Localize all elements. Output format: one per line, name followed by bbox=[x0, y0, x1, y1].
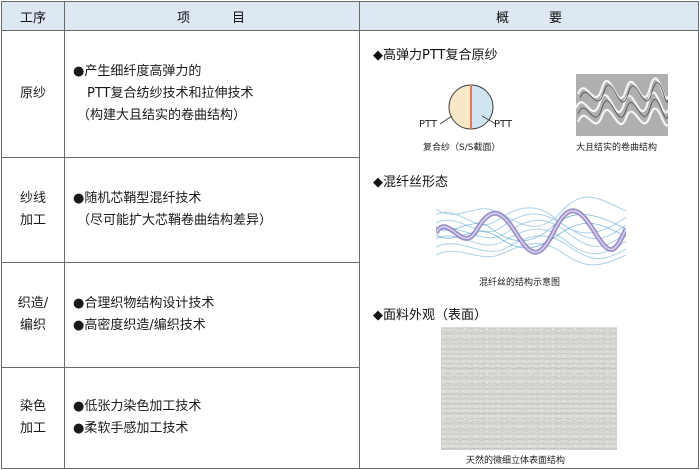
caption-blend: 混纤丝的结构示意图 bbox=[479, 278, 561, 288]
blended-filament-diagram bbox=[436, 195, 626, 267]
item-line: ●随机芯鞘型混纤技术 bbox=[73, 191, 202, 206]
process-label: 加工 bbox=[19, 421, 46, 436]
header-overview-left: 概 bbox=[495, 10, 509, 26]
process-cell-weaving: 织造/ 编织 bbox=[1, 262, 65, 368]
item-line: （构建大且结实的卷曲结构） bbox=[77, 108, 247, 123]
item-line: ●柔软手感加工技术 bbox=[73, 421, 189, 436]
header-overview: 概 要 bbox=[359, 1, 699, 31]
item-line: ●产生细纤度高弹力的 bbox=[73, 64, 202, 79]
caption-composite-yarn: 复合纱（S/S截面） bbox=[423, 143, 501, 153]
item-cell-dyeing: ●低张力染色加工技术 ●柔软手感加工技术 bbox=[64, 367, 360, 469]
section-title-yarn: ◆高弹力PTT复合原纱 bbox=[373, 48, 498, 63]
header-overview-right: 要 bbox=[549, 10, 563, 26]
process-cell-dyeing: 染色 加工 bbox=[1, 367, 65, 469]
section-title-fabric: ◆面料外观（表面） bbox=[373, 308, 487, 323]
pie-label-right: PTT bbox=[494, 119, 513, 130]
process-label: 加工 bbox=[19, 213, 46, 228]
section-title-blend: ◆混纤丝形态 bbox=[373, 175, 448, 190]
header-item-right: 目 bbox=[232, 10, 248, 26]
process-label: 织造/ bbox=[17, 296, 49, 311]
fabric-surface-image bbox=[441, 327, 617, 450]
process-label: 原纱 bbox=[19, 86, 46, 101]
header-process-label: 工序 bbox=[19, 10, 46, 26]
item-line: ●高密度织造/编织技术 bbox=[73, 318, 206, 333]
caption-fabric: 天然的微细立体表面结构 bbox=[466, 456, 566, 466]
pie-label-left: PTT bbox=[419, 119, 438, 130]
process-label: 染色 bbox=[19, 399, 46, 414]
item-line: PTT复合纺纱技术和拉伸技术 bbox=[87, 86, 254, 101]
header-process: 工序 bbox=[1, 1, 65, 31]
process-cell-yarn: 原纱 bbox=[1, 30, 65, 158]
process-cell-processing: 纱线 加工 bbox=[1, 157, 65, 263]
item-cell-yarn: ●产生细纤度高弹力的 PTT复合纺纱技术和拉伸技术 （构建大且结实的卷曲结构） bbox=[64, 30, 360, 158]
process-label: 纱线 bbox=[19, 191, 46, 206]
item-line: ●低张力染色加工技术 bbox=[73, 399, 202, 414]
caption-crimp: 大且结实的卷曲结构 bbox=[576, 143, 658, 153]
item-cell-weaving: ●合理织物结构设计技术 ●高密度织造/编织技术 bbox=[64, 262, 360, 368]
header-item-left: 项 bbox=[176, 10, 192, 26]
process-label: 编织 bbox=[19, 318, 46, 333]
item-line: （尽可能扩大芯鞘卷曲结构差异） bbox=[77, 213, 273, 228]
crimp-structure-image bbox=[576, 74, 668, 136]
item-cell-processing: ●随机芯鞘型混纤技术 （尽可能扩大芯鞘卷曲结构差异） bbox=[64, 157, 360, 263]
item-line: ●合理织物结构设计技术 bbox=[73, 296, 215, 311]
header-item: 项 目 bbox=[64, 1, 360, 31]
